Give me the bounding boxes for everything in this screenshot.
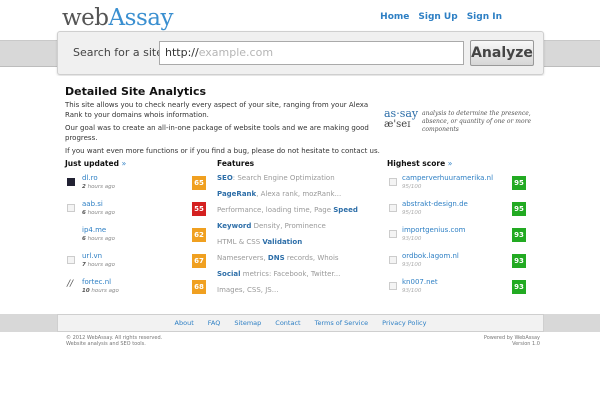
favicon-icon <box>67 178 75 186</box>
feature-item: Performance, loading time, Page Speed <box>217 206 358 214</box>
favicon-icon <box>67 204 75 212</box>
search-input[interactable]: http://example.com <box>159 41 464 65</box>
analyze-button[interactable]: Analyze <box>470 40 534 66</box>
list-item[interactable]: ip4.me 6 hours ago <box>65 226 210 250</box>
score-badge: 55 <box>192 202 206 216</box>
intro-text: This site allows you to check nearly eve… <box>65 101 380 155</box>
favicon-icon <box>389 204 397 212</box>
feature-item: Nameservers, DNS records, Whois <box>217 254 339 262</box>
main-content: Detailed Site Analytics This site allows… <box>57 76 544 310</box>
features-title: Features <box>217 159 255 168</box>
score-badge: 95 <box>512 202 526 216</box>
list-item[interactable]: url.vn 7 hours ago <box>65 252 210 276</box>
score-badge: 65 <box>192 176 206 190</box>
copyright-left: © 2012 WebAssay. All rights reserved. We… <box>66 335 163 347</box>
search-label: Search for a site: <box>73 46 167 59</box>
favicon-icon <box>389 282 397 290</box>
score-badge: 68 <box>192 280 206 294</box>
assay-definition: as·say æ'seɪ analysis to determine the p… <box>384 107 544 139</box>
feature-item: PageRank, Alexa rank, mozRank... <box>217 190 342 198</box>
nav-sign-up[interactable]: Sign Up <box>418 12 457 22</box>
favicon-icon <box>67 256 75 264</box>
nav-sign-in[interactable]: Sign In <box>467 12 502 22</box>
footer-link-faq[interactable]: FAQ <box>208 319 221 327</box>
favicon-icon <box>67 230 75 238</box>
page-title: Detailed Site Analytics <box>65 85 207 98</box>
list-item[interactable]: ordbok.lagom.nl 93/100 <box>387 252 532 276</box>
list-item[interactable]: aab.si 6 hours ago <box>65 200 210 224</box>
copyright-right: Powered by WebAssay Version 1.0 <box>483 335 540 347</box>
score-badge: 95 <box>512 176 526 190</box>
score-badge: 93 <box>512 254 526 268</box>
definition-pronunciation: æ'seɪ <box>384 119 411 130</box>
footer-link-sitemap[interactable]: Sitemap <box>234 319 261 327</box>
score-badge: 93 <box>512 228 526 242</box>
highest-score-title[interactable]: Highest score » <box>387 159 452 168</box>
just-updated-title[interactable]: Just updated » <box>65 159 126 168</box>
definition-text: analysis to determine the presence, abse… <box>422 110 531 133</box>
favicon-icon <box>389 256 397 264</box>
list-item[interactable]: kn007.net 93/100 <box>387 278 532 302</box>
footer-link-contact[interactable]: Contact <box>275 319 300 327</box>
nav-home[interactable]: Home <box>380 12 409 22</box>
list-item[interactable]: importgenius.com 93/100 <box>387 226 532 250</box>
score-badge: 67 <box>192 254 206 268</box>
feature-item: SEO: Search Engine Optimization <box>217 174 335 182</box>
search-box: Search for a site: http://example.com An… <box>57 31 544 75</box>
top-nav: Home Sign Up Sign In <box>380 12 502 22</box>
feature-item: Social metrics: Facebook, Twitter... <box>217 270 341 278</box>
feature-item: Keyword Density, Prominence <box>217 222 326 230</box>
favicon-icon <box>389 178 397 186</box>
favicon-icon: // <box>67 279 74 289</box>
footer-link-about[interactable]: About <box>175 319 194 327</box>
feature-item: Images, CSS, JS... <box>217 286 279 294</box>
feature-item: HTML & CSS Validation <box>217 238 303 246</box>
list-item[interactable]: camperverhuuramerika.nl 95/100 <box>387 174 532 198</box>
score-badge: 62 <box>192 228 206 242</box>
footer-nav: About FAQ Sitemap Contact Terms of Servi… <box>57 314 544 332</box>
footer-link-privacy[interactable]: Privacy Policy <box>382 319 426 327</box>
favicon-icon <box>389 230 397 238</box>
footer-link-terms[interactable]: Terms of Service <box>315 319 369 327</box>
list-item[interactable]: abstrakt-design.de 95/100 <box>387 200 532 224</box>
list-item[interactable]: dl.ro 2 hours ago <box>65 174 210 198</box>
site-logo[interactable]: webAssay <box>62 5 173 31</box>
list-item[interactable]: // fortec.nl 10 hours ago <box>65 278 210 302</box>
score-badge: 93 <box>512 280 526 294</box>
